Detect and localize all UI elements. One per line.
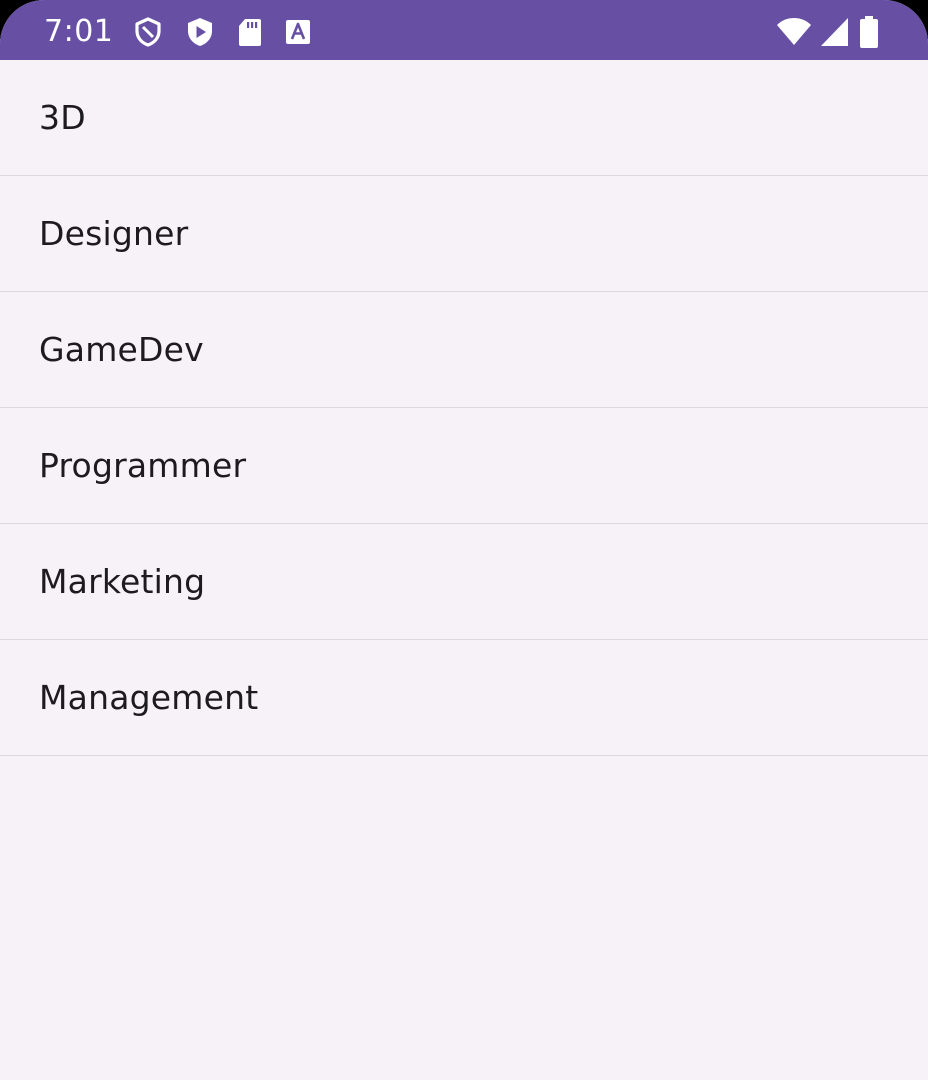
- play-protect-icon: [188, 18, 212, 46]
- category-list: 3D Designer GameDev Programmer Marketing…: [0, 60, 928, 756]
- list-item-programmer[interactable]: Programmer: [0, 408, 928, 524]
- app-screen: 7:01 3D Designer GameDev Programmer Mark…: [0, 0, 928, 1080]
- list-item-label: Designer: [39, 214, 189, 253]
- sd-card-icon: [239, 19, 261, 46]
- list-item-label: Management: [39, 678, 259, 717]
- shield-outline-icon: [135, 17, 161, 47]
- cellular-signal-icon: [821, 18, 848, 46]
- list-item-management[interactable]: Management: [0, 640, 928, 756]
- status-bar: 7:01: [0, 0, 928, 60]
- list-item-gamedev[interactable]: GameDev: [0, 292, 928, 408]
- list-item-label: Programmer: [39, 446, 247, 485]
- list-item-label: 3D: [39, 98, 86, 137]
- system-icons: [776, 15, 880, 49]
- status-time: 7:01: [44, 14, 114, 49]
- list-item-label: GameDev: [39, 330, 204, 369]
- list-item-label: Marketing: [39, 562, 206, 601]
- wifi-icon: [777, 18, 811, 45]
- keyboard-a-icon: [286, 20, 310, 44]
- list-item-designer[interactable]: Designer: [0, 176, 928, 292]
- battery-icon: [860, 16, 878, 48]
- device-frame: 7:01 3D Designer GameDev Programmer Mark…: [0, 0, 928, 1080]
- list-item-marketing[interactable]: Marketing: [0, 524, 928, 640]
- list-item-3d[interactable]: 3D: [0, 60, 928, 176]
- notification-icons: [133, 15, 311, 49]
